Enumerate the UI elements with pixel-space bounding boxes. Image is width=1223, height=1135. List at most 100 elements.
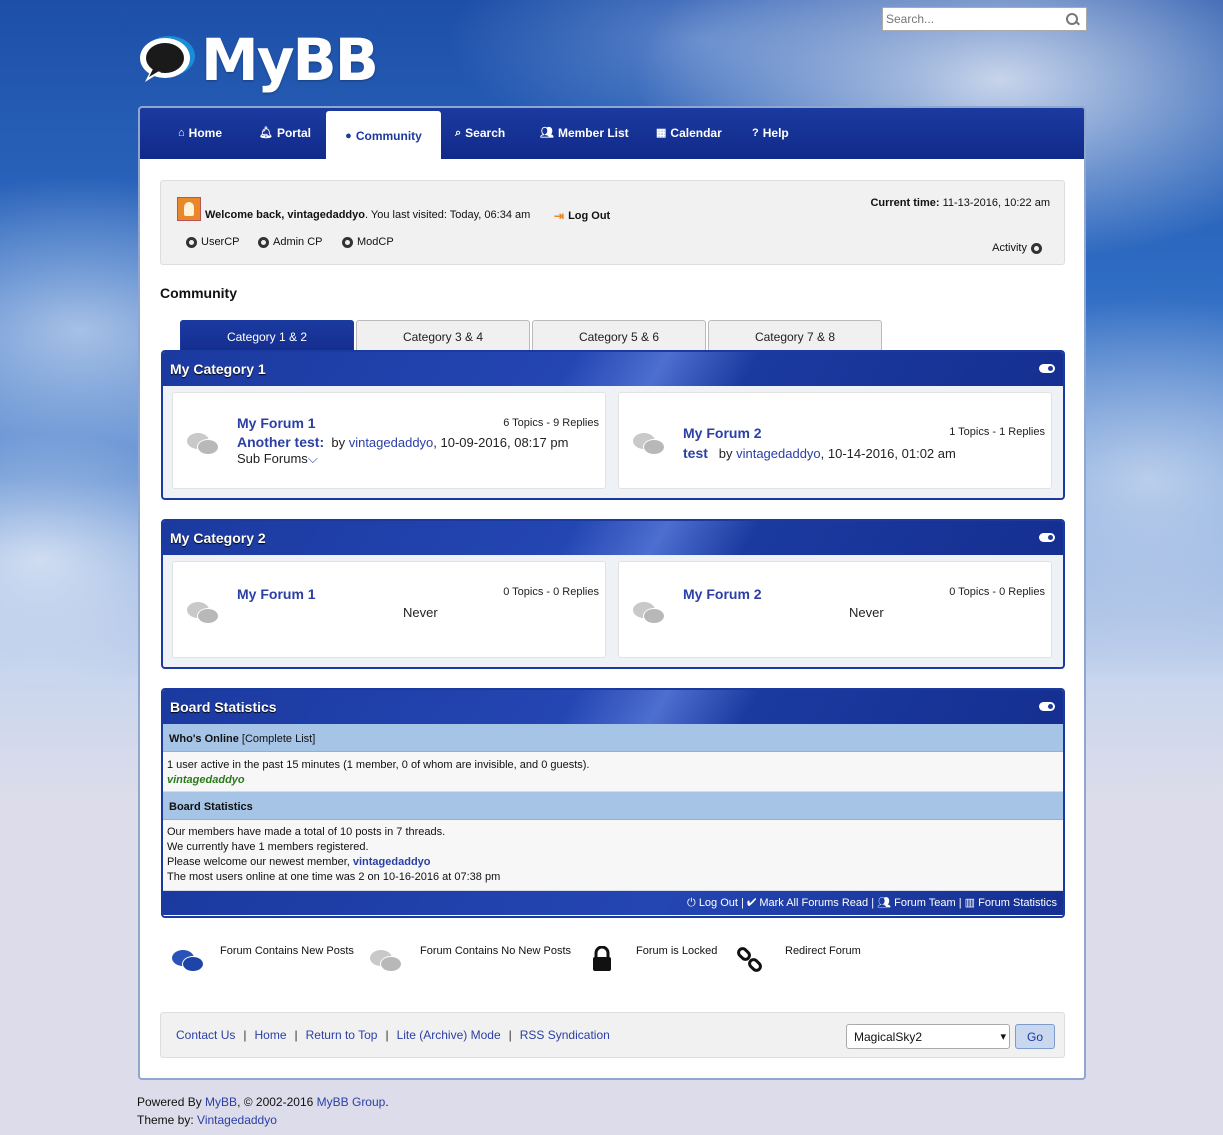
search-box[interactable] [882,7,1087,31]
powered-prefix: Powered By [137,1095,206,1109]
chevron-down-icon: ⌵ [307,451,318,466]
last-thread-link[interactable]: test [683,445,708,461]
nav-help[interactable]: ? Help [738,108,803,159]
nav-search[interactable]: ⌕ Search [441,108,519,159]
activity-link[interactable]: Activity [992,242,1042,254]
separator: | [385,1028,389,1042]
nav-label: Search [465,126,506,140]
contact-us-link[interactable]: Contact Us [176,1028,235,1042]
link-icon [737,947,762,972]
mark-all-read-link[interactable]: Mark All Forums Read [759,897,868,909]
nav-label: Calendar [670,126,722,140]
category-header: My Category 2 [163,521,1063,555]
nav-member-list[interactable]: 👥︎ Member List [526,108,643,159]
forum-last-post: test by vintagedaddyo, 10-14-2016, 01:02… [683,445,956,461]
footer-logout-link[interactable]: Log Out [699,897,738,909]
comments-icon: ● [345,130,352,142]
last-author-link[interactable]: vintagedaddyo [736,446,821,461]
separator: | [508,1028,512,1042]
gear-icon [1031,242,1042,254]
home-link[interactable]: Home [254,1028,286,1042]
whos-online-title: Who's Online [169,733,239,745]
collapse-toggle-icon[interactable] [1039,364,1055,373]
mybb-group-link[interactable]: MyBB Group [317,1095,386,1109]
forum-last-post: Another test: by vintagedaddyo, 10-09-20… [237,434,568,450]
tab-category-3-4[interactable]: Category 3 & 4 [356,320,530,350]
forum-title[interactable]: My Forum 1 [237,415,316,431]
forum-card: My Forum 1 0 Topics - 0 Replies Never [172,561,606,658]
admincp-link[interactable]: Admin CP [258,236,323,248]
complete-list-link[interactable]: [Complete List] [242,733,315,745]
tab-category-5-6[interactable]: Category 5 & 6 [532,320,706,350]
avatar[interactable] [177,197,201,221]
sub-forums-dropdown[interactable]: Sub Forums⌵ [237,451,318,467]
forum-title[interactable]: My Forum 1 [237,586,316,602]
return-to-top-link[interactable]: Return to Top [306,1028,378,1042]
welcome-username: vintagedaddyo [287,209,365,221]
activity-label: Activity [992,242,1027,254]
theme-author-link[interactable]: Vintagedaddyo [197,1113,277,1127]
forum-card: My Forum 2 1 Topics - 1 Replies test by … [618,392,1052,489]
whos-online-content: 1 user active in the past 15 minutes (1 … [163,752,1063,792]
search-icon[interactable] [1063,10,1081,28]
collapse-toggle-icon[interactable] [1039,702,1055,711]
forum-title[interactable]: My Forum 2 [683,586,762,602]
collapse-toggle-icon[interactable] [1039,533,1055,542]
usercp-link[interactable]: UserCP [186,236,240,248]
stats-line: The most users online at one time was 2 … [167,871,501,883]
tab-category-1-2[interactable]: Category 1 & 2 [180,320,354,350]
go-button[interactable]: Go [1015,1024,1055,1049]
separator: | [871,897,875,909]
stats-line: We currently have 1 members registered. [167,841,369,853]
nav-home[interactable]: ⌂ Home [164,108,236,159]
welcome-panel: Welcome back, vintagedaddyo. You last vi… [160,180,1065,265]
footer-links: Contact Us | Home | Return to Top | Lite… [176,1028,610,1042]
category-title[interactable]: My Category 1 [170,361,266,377]
check-icon: ✔ [746,897,757,909]
board-stats-subheader: Board Statistics [163,792,1063,820]
last-author-link[interactable]: vintagedaddyo [349,435,434,450]
admincp-label: Admin CP [273,236,323,248]
last-visited: . You last visited: Today, 06:34 am [364,209,531,221]
search-input[interactable] [883,9,1063,29]
mybb-link[interactable]: MyBB [205,1095,237,1109]
sub-forums-label: Sub Forums [237,451,308,466]
modcp-label: ModCP [357,236,394,248]
separator: | [294,1028,298,1042]
stats-line: Please welcome our newest member, vintag… [167,855,1059,870]
rss-link[interactable]: RSS Syndication [520,1028,610,1042]
powered-line: Powered By MyBB, © 2002-2016 MyBB Group. [137,1093,389,1111]
nav-label: Member List [557,126,629,140]
nav-portal[interactable]: 🔔︎ Portal [245,108,325,159]
home-icon: ⌂ [178,127,185,139]
modcp-link[interactable]: ModCP [342,236,394,248]
board-stats-content: Our members have made a total of 10 post… [163,820,1063,891]
nav-label: Help [762,126,789,140]
users-icon: 👥︎ [877,897,892,909]
logout-link[interactable]: ⇥ Log Out [554,209,610,223]
board-stats-header: Board Statistics [163,690,1063,724]
footer-bar: Contact Us | Home | Return to Top | Lite… [160,1012,1065,1058]
newest-member-link[interactable]: vintagedaddyo [353,856,431,868]
category-title[interactable]: My Category 2 [170,530,266,546]
calendar-icon: ▦ [656,127,667,139]
question-icon: ? [752,127,759,139]
nav-community[interactable]: ● Community [326,111,441,162]
tab-category-7-8[interactable]: Category 7 & 8 [708,320,882,350]
nav-label: Home [188,126,222,140]
board-stats-box: Board Statistics Who's Online [Complete … [161,688,1065,918]
forum-team-link[interactable]: Forum Team [894,897,956,909]
theme-select[interactable]: MagicalSky2 [846,1024,1010,1049]
forum-statistics-link[interactable]: Forum Statistics [978,897,1057,909]
last-thread-link[interactable]: Another test: [237,434,324,450]
theme-by-line: Theme by: Vintagedaddyo [137,1111,389,1129]
page-title: Community [160,285,237,301]
nav-calendar[interactable]: ▦ Calendar [642,108,736,159]
logo[interactable]: MyBB [137,25,379,95]
forum-title[interactable]: My Forum 2 [683,425,762,441]
lite-mode-link[interactable]: Lite (Archive) Mode [397,1028,501,1042]
no-new-posts-icon [187,433,219,457]
stats-newest-prefix: Please welcome our newest member, [167,856,353,868]
search-icon: ⌕ [455,127,462,139]
online-user-link[interactable]: vintagedaddyo [167,773,1059,788]
